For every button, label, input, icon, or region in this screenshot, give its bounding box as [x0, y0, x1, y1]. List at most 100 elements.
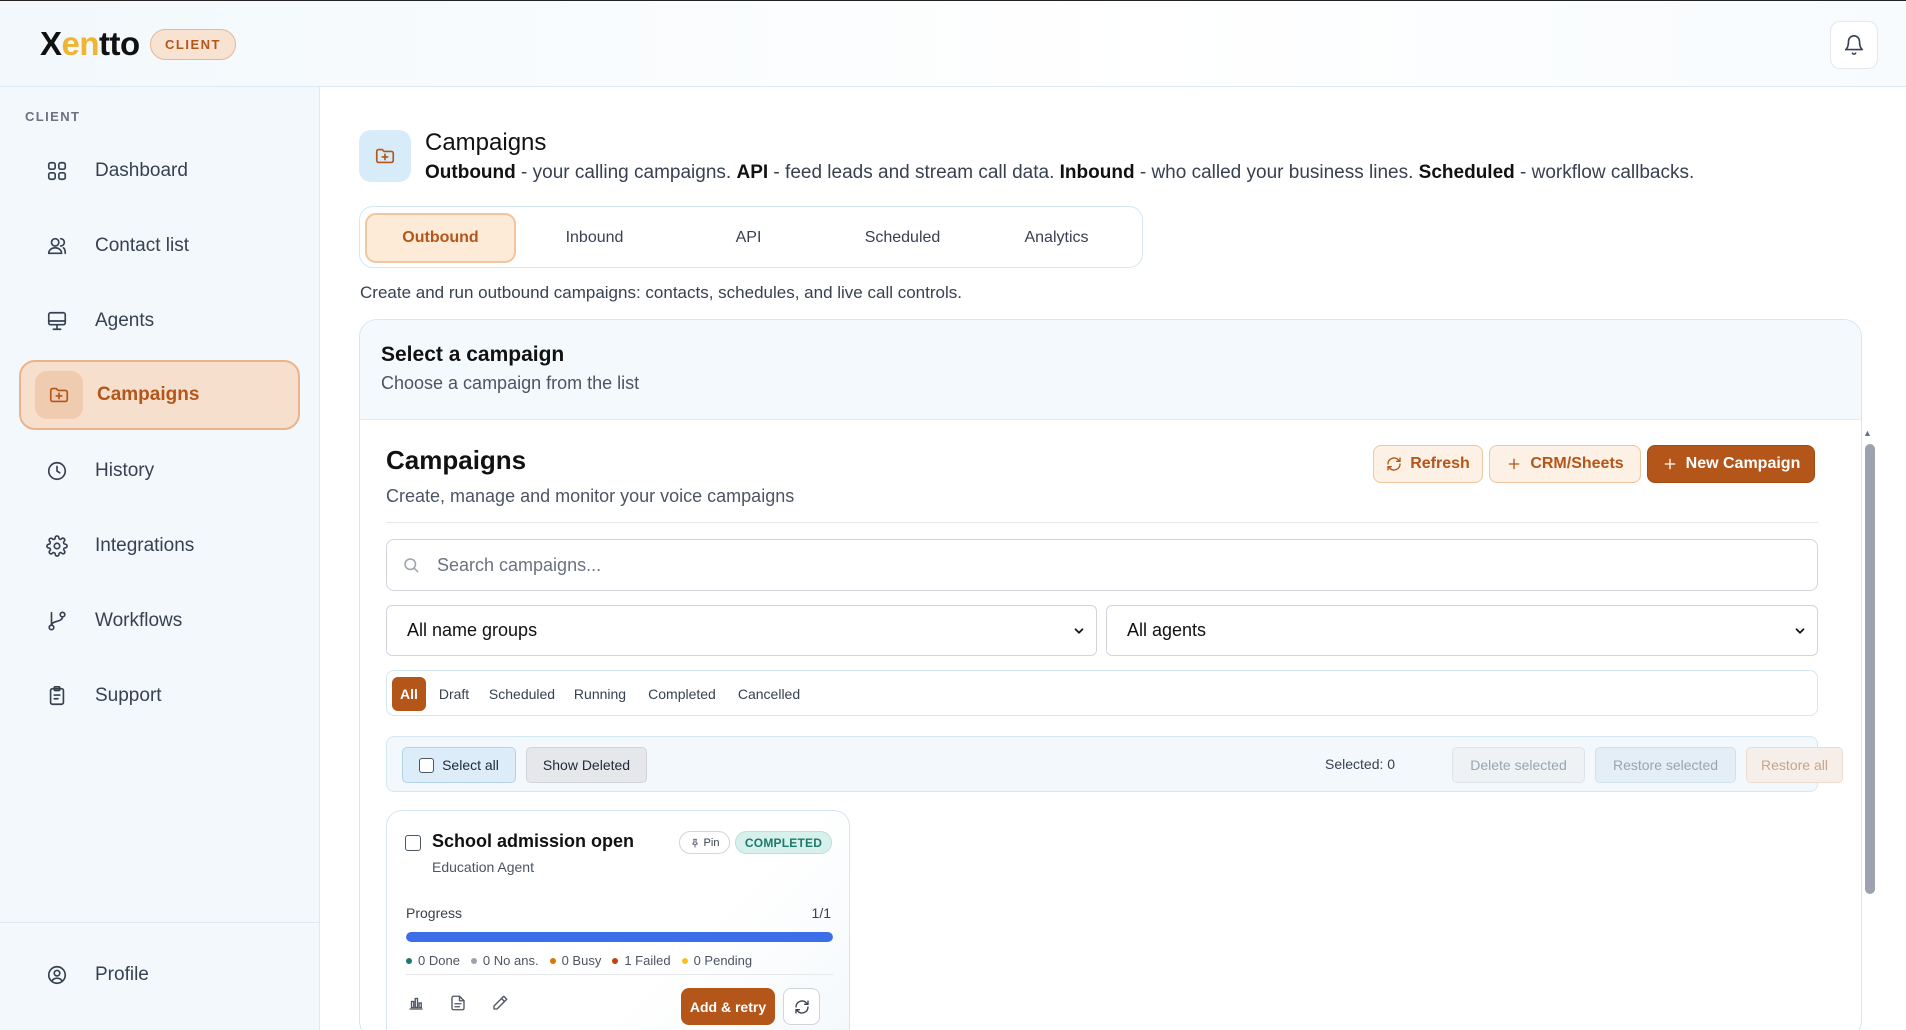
status-badge: COMPLETED: [735, 831, 832, 854]
sidebar-item-label: Campaigns: [97, 384, 200, 405]
sidebar-item-label: Support: [95, 685, 162, 706]
filter-running[interactable]: Running: [569, 677, 631, 711]
sidebar-item-campaigns[interactable]: Campaigns: [19, 360, 300, 430]
sidebar-item-label: Contact list: [95, 235, 189, 256]
stat-no-answer: 0 No ans.: [470, 953, 539, 968]
panel-title: Select a campaign: [381, 343, 565, 366]
tab-scheduled[interactable]: Scheduled: [827, 213, 978, 263]
sidebar-item-contact-list[interactable]: Contact list: [19, 211, 300, 281]
panel-subtitle: Choose a campaign from the list: [381, 373, 640, 393]
sidebar-item-agents[interactable]: Agents: [19, 286, 300, 356]
crm-sheets-button[interactable]: CRM/Sheets: [1489, 445, 1641, 483]
sidebar-item-profile[interactable]: Profile: [19, 940, 300, 1010]
gear-icon: [33, 522, 81, 570]
sidebar-item-history[interactable]: History: [19, 436, 300, 506]
new-campaign-button[interactable]: New Campaign: [1647, 445, 1815, 483]
clipboard-icon: [33, 672, 81, 720]
selected-count: Selected: 0: [1325, 756, 1396, 772]
status-filter-bar: All Draft Scheduled Running Completed Ca…: [386, 670, 1818, 716]
search-icon: [402, 556, 420, 579]
tab-api[interactable]: API: [673, 213, 824, 263]
filter-completed[interactable]: Completed: [640, 677, 724, 711]
tab-analytics[interactable]: Analytics: [981, 213, 1132, 263]
sidebar-item-workflows[interactable]: Workflows: [19, 586, 300, 656]
page-description: Outbound - your calling campaigns. API -…: [425, 162, 1695, 183]
filter-all[interactable]: All: [392, 677, 426, 711]
users-icon: [33, 222, 81, 270]
folder-plus-icon: [35, 371, 83, 419]
sidebar: CLIENT Dashboard Contact list Agents Cam…: [0, 87, 320, 1030]
search-field: [386, 539, 1818, 591]
refresh-icon: [1387, 457, 1401, 471]
sidebar-item-dashboard[interactable]: Dashboard: [19, 136, 300, 206]
role-badge: CLIENT: [150, 29, 236, 60]
rerun-button[interactable]: [783, 988, 820, 1025]
progress-label: Progress: [406, 905, 463, 921]
bulk-actions-bar: Select all Show Deleted Selected: 0 Dele…: [386, 736, 1843, 792]
sidebar-item-label: Dashboard: [95, 160, 188, 181]
stat-pending: 0 Pending: [681, 953, 752, 968]
monitor-icon: [33, 297, 81, 345]
analytics-button[interactable]: [407, 994, 425, 1017]
sidebar-item-label: Integrations: [95, 535, 195, 556]
tab-outbound[interactable]: Outbound: [365, 213, 516, 263]
panel-header: Select a campaign Choose a campaign from…: [360, 320, 1861, 420]
campaigns-heading: Campaigns: [386, 445, 527, 475]
header-divider: [386, 522, 1818, 523]
details-button[interactable]: [449, 994, 467, 1017]
progress-bar: [406, 932, 833, 942]
sidebar-heading: CLIENT: [25, 109, 81, 124]
campaign-card[interactable]: School admission open Education Agent Pi…: [386, 810, 850, 1030]
scroll-up-arrow[interactable]: ▲: [1863, 428, 1875, 438]
campaign-name: School admission open: [432, 831, 635, 851]
call-stats: 0 Done 0 No ans. 0 Busy 1 Failed 0 Pendi…: [406, 953, 752, 968]
pin-icon: [692, 838, 698, 848]
campaign-panel: Select a campaign Choose a campaign from…: [359, 319, 1862, 1030]
tab-inbound[interactable]: Inbound: [519, 213, 670, 263]
bell-icon: [1844, 35, 1864, 55]
pencil-icon: [493, 995, 508, 1010]
scrollbar[interactable]: [1865, 444, 1875, 894]
plus-icon: [1664, 458, 1675, 470]
git-branch-icon: [33, 597, 81, 645]
restore-selected-button[interactable]: Restore selected: [1595, 747, 1736, 783]
restore-all-button[interactable]: Restore all: [1746, 747, 1843, 783]
main-content: Campaigns Outbound - your calling campai…: [321, 87, 1906, 1030]
stat-done: 0 Done: [406, 953, 460, 968]
refresh-button[interactable]: Refresh: [1373, 445, 1483, 483]
sidebar-item-label: Agents: [95, 310, 155, 331]
add-retry-button[interactable]: Add & retry: [681, 988, 775, 1025]
campaign-agent: Education Agent: [432, 859, 534, 875]
campaign-checkbox[interactable]: [405, 835, 421, 851]
sidebar-item-label: History: [95, 460, 155, 481]
notifications-button[interactable]: [1830, 21, 1878, 69]
clock-icon: [33, 447, 81, 495]
folder-plus-icon: [359, 130, 411, 182]
bar-chart-icon: [409, 997, 423, 1010]
show-deleted-button[interactable]: Show Deleted: [526, 747, 647, 783]
select-all-button[interactable]: Select all: [402, 747, 516, 783]
delete-selected-button[interactable]: Delete selected: [1452, 747, 1585, 783]
campaigns-subtitle: Create, manage and monitor your voice ca…: [386, 486, 795, 506]
select-all-checkbox[interactable]: [419, 757, 435, 773]
name-group-select[interactable]: All name groups: [386, 605, 1097, 656]
search-input[interactable]: [437, 550, 1797, 580]
plus-icon: [1508, 458, 1520, 470]
progress-value: 1/1: [811, 905, 831, 921]
app-logo[interactable]: Xentto: [40, 25, 140, 63]
agent-select[interactable]: All agents: [1106, 605, 1818, 656]
edit-button[interactable]: [491, 994, 509, 1017]
filter-cancelled[interactable]: Cancelled: [732, 677, 806, 711]
pin-button[interactable]: Pin: [679, 831, 730, 854]
sidebar-item-integrations[interactable]: Integrations: [19, 511, 300, 581]
filter-draft[interactable]: Draft: [434, 677, 474, 711]
sidebar-item-support[interactable]: Support: [19, 661, 300, 731]
file-icon: [451, 995, 465, 1011]
stat-failed: 1 Failed: [612, 953, 671, 968]
campaign-tabs: Outbound Inbound API Scheduled Analytics: [359, 206, 1143, 268]
sidebar-divider: [0, 922, 319, 923]
stat-busy: 0 Busy: [549, 953, 601, 968]
top-bar: Xentto CLIENT: [0, 0, 1906, 87]
progress-fill: [406, 932, 833, 942]
filter-scheduled[interactable]: Scheduled: [484, 677, 560, 711]
